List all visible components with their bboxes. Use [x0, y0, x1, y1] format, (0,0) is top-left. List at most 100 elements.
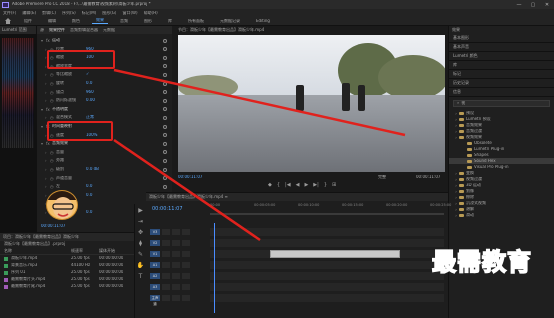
property-value[interactable]: 0.0 — [86, 210, 116, 215]
fit-select[interactable]: 完整 — [378, 175, 386, 180]
track-sync-toggle[interactable] — [172, 250, 180, 257]
minimize-button[interactable]: — — [512, 2, 526, 8]
tab-audio-mixer[interactable]: 音频剪辑混合器 — [70, 28, 98, 33]
workspace-all-panels[interactable]: 所有面板 — [184, 19, 208, 24]
section-markers[interactable]: 标记 — [449, 70, 554, 79]
property-value[interactable]: 正常 — [86, 115, 116, 120]
menu-graphics[interactable]: 图形(G) — [102, 11, 116, 16]
project-tab[interactable]: 项目：滑板少年【最需教育出品】滑板少年 — [0, 233, 134, 241]
maximize-button[interactable]: ▢ — [526, 2, 540, 8]
property-value[interactable]: 0.0 — [86, 193, 116, 198]
track-area[interactable]: 滑板少年.mp4 [V] — [210, 249, 444, 267]
track-lock-toggle[interactable] — [162, 228, 170, 235]
keyframe-toggle-icon[interactable] — [163, 141, 167, 146]
property-value[interactable]: 0.0 — [86, 184, 116, 189]
track-lock-toggle[interactable] — [162, 250, 170, 257]
type-tool-icon[interactable]: T — [137, 273, 145, 281]
section-history[interactable]: 历史记录 — [449, 79, 554, 88]
track-area[interactable] — [210, 293, 444, 302]
track-sync-toggle[interactable] — [172, 283, 180, 290]
add-marker-button[interactable]: ◆ — [268, 182, 272, 188]
project-item-row[interactable]: 最需教育片头.mp4 25.00 fps 00:00:00:00 — [0, 276, 134, 283]
menu-edit[interactable]: 编辑(E) — [22, 11, 36, 16]
workspace-editing[interactable]: 编辑 — [44, 19, 60, 24]
track-mute-toggle[interactable] — [182, 250, 190, 257]
col-start[interactable]: 媒体开始 — [99, 248, 115, 254]
property-value[interactable]: 0.00 — [86, 98, 116, 103]
export-frame-button[interactable]: ⊞ — [332, 182, 336, 188]
go-to-in-button[interactable]: |◀ — [285, 182, 291, 188]
ripple-edit-tool-icon[interactable]: ✥ — [137, 229, 145, 237]
keyframe-toggle-icon[interactable] — [163, 167, 167, 172]
track-mute-toggle[interactable] — [182, 239, 190, 246]
keyframe-toggle-icon[interactable] — [163, 176, 167, 181]
keyframe-toggle-icon[interactable] — [163, 124, 167, 129]
workspace-effects[interactable]: 效果 — [92, 18, 108, 24]
play-button[interactable]: ▶ — [304, 182, 308, 188]
track-label[interactable]: A1 — [150, 261, 160, 268]
menu-file[interactable]: 文件(F) — [3, 11, 16, 16]
keyframe-toggle-icon[interactable] — [163, 38, 167, 43]
keyframe-toggle-icon[interactable] — [163, 64, 167, 69]
timeline-tab[interactable]: 滑板少年【最需教育出品】滑板少年.mp4 ≡ — [146, 193, 448, 201]
track-label[interactable]: A3 — [150, 283, 160, 290]
tab-metadata[interactable]: 元数据 — [103, 28, 115, 33]
track-area[interactable] — [210, 238, 444, 247]
playhead[interactable] — [214, 223, 215, 313]
keyframe-toggle-icon[interactable] — [163, 90, 167, 95]
section-essential-sound[interactable]: 基本声音 — [449, 43, 554, 52]
mark-in-button[interactable]: { — [277, 182, 280, 188]
track-sync-toggle[interactable] — [172, 239, 180, 246]
razor-tool-icon[interactable]: ⧫ — [137, 240, 145, 248]
timeline-clip[interactable]: 滑板少年.mp4 [V] — [270, 249, 400, 267]
track-lock-toggle[interactable] — [162, 283, 170, 290]
menu-marker[interactable]: 标记(M) — [82, 11, 97, 16]
track-label[interactable]: V2 — [150, 239, 160, 246]
project-item-row[interactable]: 最需教育片尾.mp4 25.00 fps 00:00:00:00 — [0, 283, 134, 290]
track-area[interactable] — [210, 271, 444, 280]
keyframe-toggle-icon[interactable] — [163, 107, 167, 112]
keyframe-toggle-icon[interactable] — [163, 158, 167, 163]
selection-tool-icon[interactable]: ▶ — [137, 207, 145, 215]
effects-tree-item[interactable]: › 滑动 — [449, 212, 554, 218]
menu-sequence[interactable]: 序列(S) — [62, 11, 76, 16]
workspace-color[interactable]: 颜色 — [68, 19, 84, 24]
keyframe-toggle-icon[interactable] — [163, 184, 167, 189]
col-name[interactable]: 名称 — [4, 248, 71, 254]
menu-help[interactable]: 帮助(H) — [144, 11, 158, 16]
mark-out-button[interactable]: } — [324, 182, 327, 188]
track-lock-toggle[interactable] — [162, 272, 170, 279]
track-area[interactable] — [210, 227, 444, 236]
track-label[interactable]: 主声道 — [150, 294, 160, 306]
track-select-tool-icon[interactable]: ⇥ — [137, 218, 145, 226]
property-value[interactable]: 0.0 dB — [86, 167, 116, 172]
keyframe-toggle-icon[interactable] — [163, 98, 167, 103]
workspace-editing-en[interactable]: Editing — [252, 19, 274, 24]
home-icon[interactable] — [4, 18, 12, 24]
keyframe-toggle-icon[interactable] — [163, 47, 167, 52]
track-sync-toggle[interactable] — [172, 272, 180, 279]
tab-effect-controls[interactable]: 效果控件 — [49, 28, 65, 33]
menu-clip[interactable]: 剪辑(C) — [42, 11, 56, 16]
workspace-metadata[interactable]: 元数据记录 — [216, 19, 244, 24]
track-lock-toggle[interactable] — [162, 239, 170, 246]
track-lock-toggle[interactable] — [162, 261, 170, 268]
keyframe-toggle-icon[interactable] — [163, 55, 167, 60]
section-libraries[interactable]: 库 — [449, 61, 554, 70]
col-rate[interactable]: 帧速率 — [71, 248, 99, 254]
work-area-bar[interactable] — [210, 213, 444, 215]
track-mute-toggle[interactable] — [182, 272, 190, 279]
effects-search-input[interactable]: ⌕ 视 — [453, 100, 550, 107]
track-mute-toggle[interactable] — [182, 261, 190, 268]
section-info[interactable]: 信息 — [449, 88, 554, 97]
workspace-assembly[interactable]: 组件 — [20, 19, 36, 24]
pen-tool-icon[interactable]: ✎ — [137, 251, 145, 259]
property-value[interactable]: ✓ — [86, 72, 116, 77]
track-mute-toggle[interactable] — [182, 228, 190, 235]
track-label[interactable]: V3 — [150, 228, 160, 235]
track-area[interactable] — [210, 282, 444, 291]
workspace-graphics[interactable]: 图形 — [140, 19, 156, 24]
track-sync-toggle[interactable] — [172, 261, 180, 268]
track-mute-toggle[interactable] — [182, 294, 190, 301]
workspace-audio[interactable]: 音频 — [116, 19, 132, 24]
